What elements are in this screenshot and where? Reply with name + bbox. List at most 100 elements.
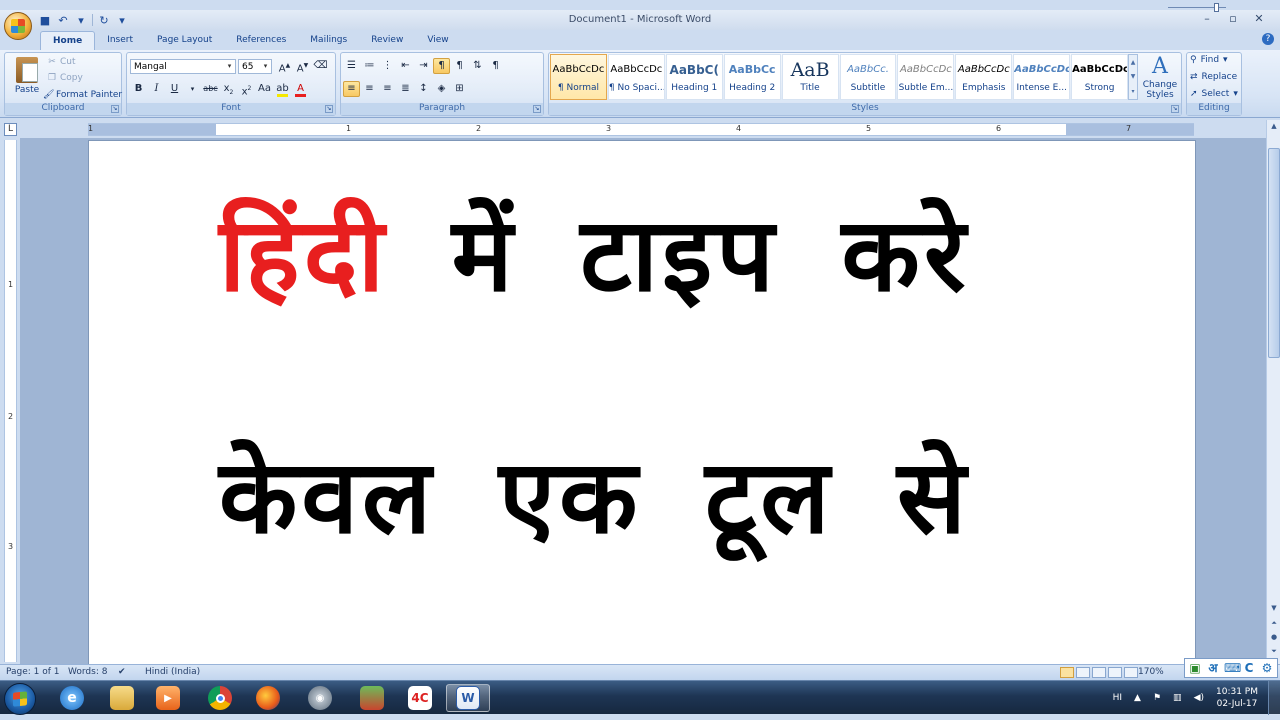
- show-desktop-button[interactable]: [1268, 681, 1280, 715]
- document-line-1[interactable]: हिंदी में टाइप करे: [219, 181, 970, 320]
- ime-c-icon[interactable]: C: [1242, 661, 1256, 675]
- paste-button[interactable]: Paste: [13, 57, 41, 95]
- change-styles-button[interactable]: A Change Styles: [1142, 54, 1178, 100]
- show-formatting-icon[interactable]: ¶: [487, 58, 504, 74]
- styles-launcher-icon[interactable]: ↘: [1171, 105, 1179, 113]
- tab-review[interactable]: Review: [359, 31, 415, 50]
- ime-settings-icon[interactable]: ⚙: [1260, 661, 1274, 675]
- vertical-ruler[interactable]: 1 2 3: [4, 140, 17, 662]
- taskbar-chrome[interactable]: [198, 684, 242, 712]
- horizontal-ruler[interactable]: 1 1 2 3 4 5 6 7: [88, 123, 1194, 136]
- style-no-spacing[interactable]: AaBbCcDc ¶ No Spaci...: [607, 54, 665, 100]
- font-name-dropdown-icon[interactable]: ▾: [225, 61, 234, 72]
- borders-icon[interactable]: ⊞: [451, 81, 468, 97]
- clipboard-launcher-icon[interactable]: ↘: [111, 105, 119, 113]
- style-heading-2[interactable]: AaBbCc Heading 2: [723, 54, 781, 100]
- style-strong[interactable]: AaBbCcDc Strong: [1071, 54, 1129, 100]
- gallery-down-icon[interactable]: ▼: [1131, 73, 1136, 80]
- underline-dropdown-icon[interactable]: ▾: [184, 81, 201, 97]
- paragraph-launcher-icon[interactable]: ↘: [533, 105, 541, 113]
- draft-icon[interactable]: [1124, 667, 1138, 678]
- previous-page-icon[interactable]: ⏶: [1268, 618, 1280, 629]
- action-center-icon[interactable]: ⚑: [1153, 693, 1161, 703]
- full-screen-reading-icon[interactable]: [1076, 667, 1090, 678]
- line-spacing-icon[interactable]: ↕: [415, 81, 432, 97]
- clear-formatting-icon[interactable]: ⌫: [312, 58, 329, 74]
- decrease-indent-icon[interactable]: ⇤: [397, 58, 414, 74]
- gallery-up-icon[interactable]: ▲: [1131, 59, 1136, 66]
- format-painter-button[interactable]: 🖌 Format Painter: [43, 88, 122, 102]
- taskbar-app-3[interactable]: 4C: [398, 684, 442, 712]
- outline-icon[interactable]: [1108, 667, 1122, 678]
- browse-object-icon[interactable]: ●: [1268, 632, 1280, 643]
- tab-references[interactable]: References: [224, 31, 298, 50]
- shrink-font-icon[interactable]: A▼: [294, 58, 311, 74]
- taskbar-app-1[interactable]: ◉: [298, 684, 342, 712]
- network-icon[interactable]: ▥: [1173, 693, 1182, 703]
- taskbar-firefox[interactable]: [246, 684, 290, 712]
- zoom-level[interactable]: 170%: [1138, 667, 1164, 677]
- align-center-icon[interactable]: ≡: [361, 81, 378, 97]
- font-launcher-icon[interactable]: ↘: [325, 105, 333, 113]
- change-case-icon[interactable]: Aa: [256, 81, 273, 97]
- style-subtitle[interactable]: AaBbCc. Subtitle: [839, 54, 897, 100]
- style-title[interactable]: AaB Title: [781, 54, 839, 100]
- ltr-direction-icon[interactable]: ¶: [433, 58, 450, 74]
- start-button[interactable]: [4, 683, 36, 715]
- taskbar-app-2[interactable]: [350, 684, 394, 712]
- style-subtle-emphasis[interactable]: AaBbCcDc Subtle Em...: [897, 54, 955, 100]
- copy-button[interactable]: ❐ Copy: [47, 71, 83, 85]
- help-icon[interactable]: ?: [1262, 33, 1274, 45]
- subscript-icon[interactable]: x2: [220, 81, 237, 97]
- shading-icon[interactable]: ◈: [433, 81, 450, 97]
- document-line-2[interactable]: केवल एक टूल से: [219, 423, 970, 562]
- superscript-icon[interactable]: x2: [238, 81, 255, 97]
- align-left-icon[interactable]: ≡: [343, 81, 360, 97]
- scroll-down-icon[interactable]: ▼: [1268, 602, 1280, 614]
- tab-selector-icon[interactable]: L: [4, 123, 17, 136]
- tab-insert[interactable]: Insert: [95, 31, 145, 50]
- justify-icon[interactable]: ≣: [397, 81, 414, 97]
- next-page-icon[interactable]: ⏷: [1268, 646, 1280, 657]
- tray-expand-icon[interactable]: ▲: [1134, 693, 1141, 703]
- replace-button[interactable]: ⇄ Replace: [1190, 72, 1237, 82]
- numbering-icon[interactable]: ≔: [361, 58, 378, 74]
- taskbar-ie[interactable]: e: [50, 684, 94, 712]
- tab-view[interactable]: View: [415, 31, 460, 50]
- underline-icon[interactable]: U: [166, 81, 183, 97]
- align-right-icon[interactable]: ≡: [379, 81, 396, 97]
- style-heading-1[interactable]: AaBbC(Heading 1: [665, 54, 723, 100]
- style-normal[interactable]: AaBbCcDc ¶ Normal: [550, 54, 607, 100]
- minimize-button[interactable]: –: [1194, 11, 1220, 27]
- ime-hindi-icon[interactable]: अ: [1206, 661, 1220, 675]
- select-button[interactable]: ➚ Select ▾: [1190, 89, 1238, 99]
- grow-font-icon[interactable]: A▲: [276, 58, 293, 74]
- tab-mailings[interactable]: Mailings: [298, 31, 359, 50]
- word-count[interactable]: Words: 8: [68, 667, 107, 677]
- language-indicator[interactable]: Hindi (India): [145, 667, 200, 677]
- style-intense-emphasis[interactable]: AaBbCcDc Intense E...: [1013, 54, 1071, 100]
- taskbar-explorer[interactable]: [100, 684, 144, 712]
- font-size-combo[interactable]: 65 ▾: [238, 59, 272, 74]
- volume-icon[interactable]: ◀): [1194, 693, 1204, 703]
- multilevel-list-icon[interactable]: ⋮: [379, 58, 396, 74]
- office-button[interactable]: [4, 12, 32, 40]
- document-page[interactable]: हिंदी में टाइप करे केवल एक टूल से: [88, 140, 1196, 664]
- highlight-icon[interactable]: ab: [274, 81, 291, 97]
- scroll-thumb[interactable]: [1268, 148, 1280, 358]
- clock[interactable]: 10:31 PM 02-Jul-17: [1216, 686, 1258, 710]
- ime-toggle-icon[interactable]: ▣: [1188, 661, 1202, 675]
- zoom-slider-knob[interactable]: [1214, 3, 1219, 12]
- bullets-icon[interactable]: ☰: [343, 58, 360, 74]
- style-emphasis[interactable]: AaBbCcDc Emphasis: [955, 54, 1013, 100]
- input-language[interactable]: HI: [1113, 693, 1122, 703]
- bold-icon[interactable]: B: [130, 81, 147, 97]
- vertical-scrollbar[interactable]: ▲ ▼ ⏶ ● ⏷: [1266, 120, 1280, 664]
- web-layout-icon[interactable]: [1092, 667, 1106, 678]
- close-button[interactable]: ✕: [1246, 11, 1272, 27]
- strikethrough-icon[interactable]: abc: [202, 81, 219, 97]
- rtl-direction-icon[interactable]: ¶: [451, 58, 468, 74]
- taskbar-word[interactable]: W: [446, 684, 490, 712]
- font-size-dropdown-icon[interactable]: ▾: [261, 61, 270, 72]
- find-button[interactable]: ⚲ Find ▾: [1190, 55, 1228, 65]
